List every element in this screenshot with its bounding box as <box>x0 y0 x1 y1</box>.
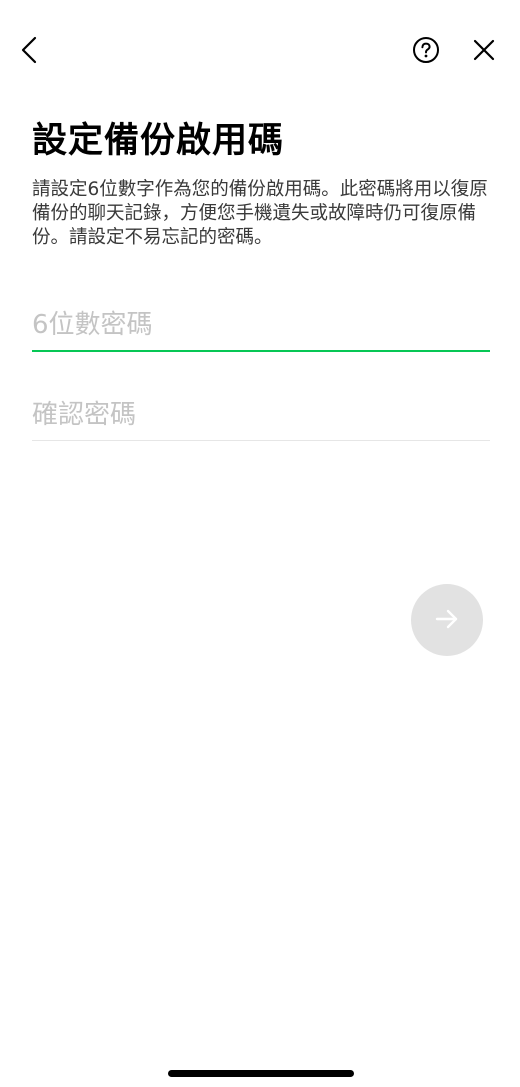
close-icon <box>472 38 496 62</box>
page-title: 設定備份啟用碼 <box>32 121 285 161</box>
arrow-right-icon <box>433 605 461 636</box>
back-button[interactable] <box>6 26 54 74</box>
help-button[interactable] <box>402 26 450 74</box>
close-button[interactable] <box>460 26 508 74</box>
next-button[interactable] <box>411 584 483 656</box>
description-text: 請設定6位數字作為您的備份啟用碼。此密碼將用以復原備份的聊天記錄，方便您手機遺失… <box>32 179 488 248</box>
question-circle-icon <box>412 36 440 64</box>
home-indicator <box>168 1070 354 1077</box>
password-input[interactable] <box>32 300 490 352</box>
navigation-bar <box>0 26 520 74</box>
chevron-left-icon <box>18 35 42 65</box>
confirm-password-input[interactable] <box>32 390 490 441</box>
